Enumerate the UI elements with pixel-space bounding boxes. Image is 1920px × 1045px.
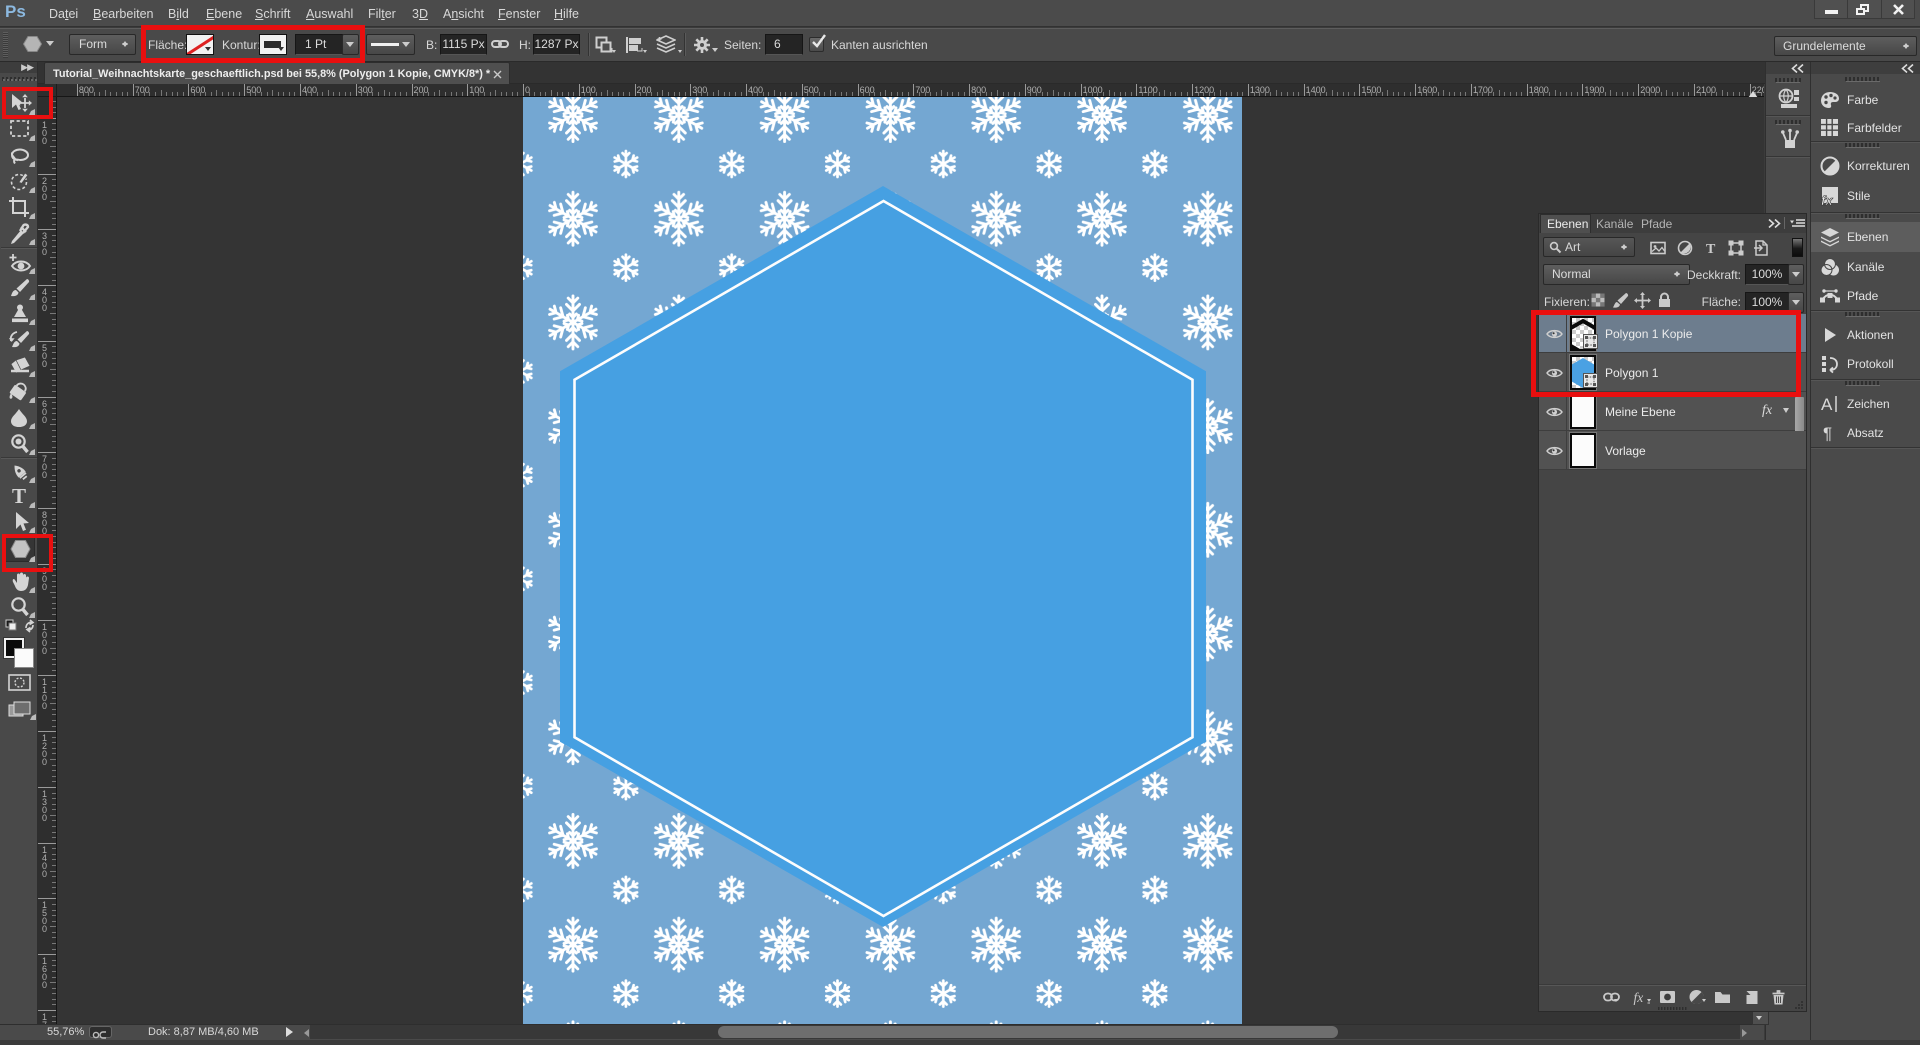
svg-text:¶: ¶ xyxy=(1823,424,1832,443)
svg-text:T: T xyxy=(12,485,26,507)
svg-text:fx: fx xyxy=(1821,193,1833,206)
svg-text:T: T xyxy=(1706,242,1716,256)
svg-text:A: A xyxy=(1821,395,1833,414)
svg-text:fx: fx xyxy=(1634,990,1644,1005)
